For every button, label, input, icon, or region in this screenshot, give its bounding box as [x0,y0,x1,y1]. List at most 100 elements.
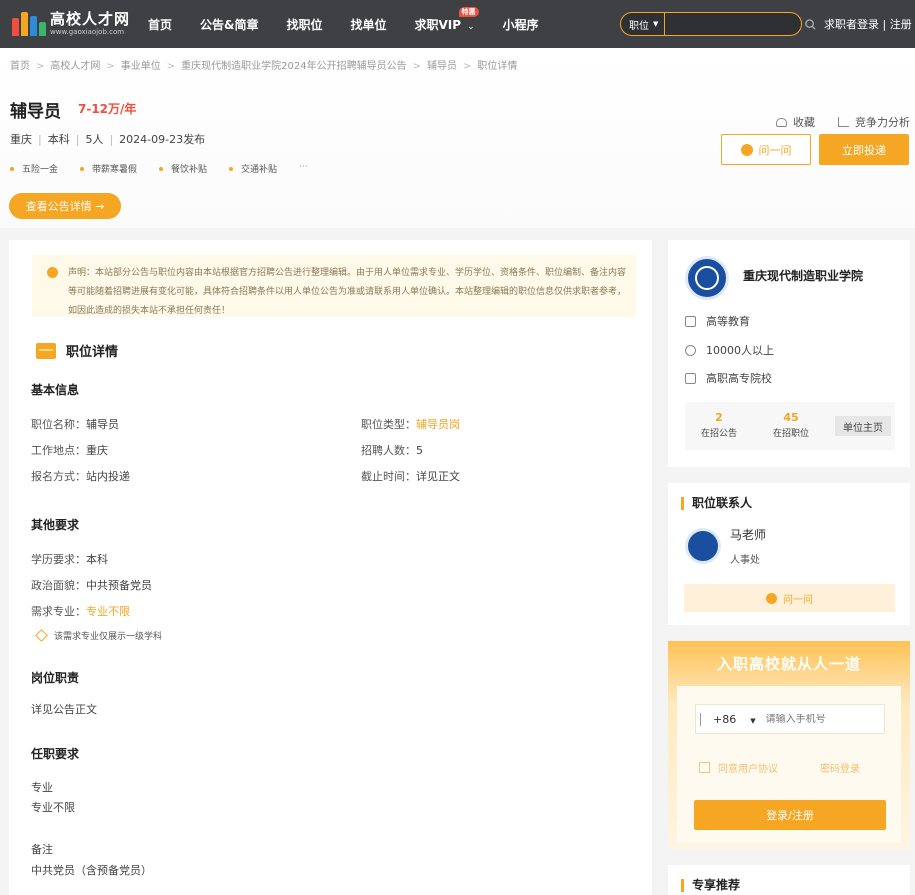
view-notice-button[interactable]: 查看公告详情 → [9,193,121,219]
job-published: 2024-09-23发布 [119,133,206,146]
field-job-name: 职位名称：辅导员 [31,418,119,431]
analysis-label: 竞争力分析 [855,116,910,129]
search-type-label: 职位 [629,20,649,32]
logo-title: 高校人才网 [50,9,131,28]
chart-icon [838,117,849,127]
login-card: 入职高校就从人一道 +86▼ 同意用户协议 密码登录 登录/注册 [668,641,910,849]
breadcrumb-item[interactable]: 事业单位 [121,61,161,72]
competitiveness-button[interactable]: 竞争力分析 [838,114,910,130]
checkbox-icon [699,762,710,773]
job-title: 辅导员 [10,102,61,122]
breadcrumb-item[interactable]: 首页 [10,61,30,72]
chat-icon [766,592,777,604]
ask-button[interactable]: 问一问 [721,134,811,165]
remark-text: 中共党员（含预备党员） [31,864,152,877]
duty-text: 详见公告正文 [31,703,97,716]
job-meta: 重庆 | 本科 | 5人 | 2024-09-23发布 [10,133,206,146]
employer-category: 高职高专院校 [685,370,772,386]
contact-card: 职位联系人 马老师 人事处 问一问 [668,483,910,625]
nav-home[interactable]: 首页 [148,16,172,33]
tags-more[interactable]: ··· [299,162,308,175]
chat-icon [740,143,753,156]
nav-find-employers[interactable]: 找单位 [351,16,387,33]
phone-field: +86 ▼ [695,704,898,734]
employer-name[interactable]: 重庆现代制造职业学院 [743,267,863,284]
breadcrumb-item[interactable]: 重庆现代制造职业学院2024年公开招聘辅导员公告 [181,61,406,72]
site-logo[interactable]: 高校人才网 www.gaoxiaojob.com [12,10,130,36]
chevron-down-icon: ⌄ [467,21,475,32]
remark-label: 备注 [31,843,53,856]
favorite-button[interactable]: 收藏 [776,114,815,130]
field-apply-method: 报名方式：站内投递 [31,470,130,483]
chevron-down-icon: ▼ [750,716,756,725]
major-link[interactable]: 专业不限 [86,605,130,618]
vip-badge: 特惠 [458,6,479,17]
breadcrumb-item[interactable]: 辅导员 [427,61,457,72]
register-link[interactable]: 注册 [890,18,912,31]
field-education: 学历要求：本科 [31,553,108,566]
recommend-card: 专享推荐 [668,865,910,895]
other-req-title: 其他要求 [31,518,80,534]
info-icon [47,267,58,278]
employer-home-button[interactable]: 单位主页 [835,416,891,436]
employer-size: 10000人以上 [685,342,774,358]
employer-stats: 2 在招公告 45 在招职位 单位主页 [685,402,895,450]
favorite-label: 收藏 [793,116,815,129]
login-card-title: 入职高校就从人一道 [716,655,861,673]
nav-miniprogram[interactable]: 小程序 [503,16,539,33]
login-link[interactable]: 求职者登录 [824,18,879,31]
search-type-select[interactable]: 职位 ▼ [621,13,666,35]
ask-label: 问一问 [758,143,792,157]
contact-avatar [685,528,721,564]
contact-name: 马老师 [730,528,767,542]
auth-links: 求职者登录 | 注册 [824,18,912,31]
search-icon [805,18,816,30]
heart-icon [776,117,787,127]
main-nav: 首页 公告&简章 找职位 找单位 求职VIP ⌄ 特惠 小程序 [148,0,567,48]
field-deadline: 截止时间：详见正文 [361,470,460,483]
country-code-select[interactable]: +86 ▼ [700,712,766,726]
field-headcount: 招聘人数：5 [361,444,423,457]
stat-jobs[interactable]: 45 在招职位 [769,410,813,439]
phone-input[interactable] [765,713,898,725]
recommend-title: 专享推荐 [681,879,740,892]
top-navbar: 高校人才网 www.gaoxiaojob.com 首页 公告&简章 找职位 找单… [0,0,915,48]
job-detail-panel: 声明：本站部分公告与职位内容由本站根据官方招聘公告进行整理编辑。由于用人单位需求… [9,240,652,895]
search-input[interactable] [665,13,806,35]
field-location: 工作地点：重庆 [31,444,108,457]
breadcrumb-item[interactable]: 高校人才网 [50,61,100,72]
login-button[interactable]: 登录/注册 [694,800,886,830]
stat-announcements[interactable]: 2 在招公告 [699,410,739,439]
employer-card: 重庆现代制造职业学院 高等教育 10000人以上 高职高专院校 2 在招公告 45… [668,240,910,467]
job-type-link[interactable]: 辅导员岗 [416,418,460,431]
contact-title: 职位联系人 [681,497,752,510]
duty-title: 岗位职责 [31,671,80,687]
nav-find-jobs[interactable]: 找职位 [286,16,322,33]
search-button[interactable] [805,13,816,35]
logo-url: www.gaoxiaojob.com [50,27,125,36]
nav-announcements[interactable]: 公告&简章 [200,16,258,33]
briefcase-icon [36,342,56,359]
apply-button[interactable]: 立即投递 [819,134,909,165]
section-header-detail: 职位详情 [36,341,118,360]
field-political: 政治面貌：中共预备党员 [31,579,152,592]
field-job-type: 职位类型：辅导员岗 [361,418,460,431]
job-headcount: 5人 [85,133,104,146]
section-title: 职位详情 [66,345,119,360]
benefit-tag: 餐饮补贴 [159,162,207,175]
login-form: +86▼ 同意用户协议 密码登录 登录/注册 [677,686,901,843]
job-header: 首页 > 高校人才网 > 事业单位 > 重庆现代制造职业学院2024年公开招聘辅导员公告 > 辅… [0,48,915,228]
password-login-link[interactable]: 密码登录 [820,760,860,775]
benefit-tags: 五险一金 带薪寒暑假 餐饮补贴 交通补贴 ··· [10,162,308,175]
requirement-line: 专业不限 [31,801,75,814]
logo-icon [12,10,46,36]
nav-vip[interactable]: 求职VIP ⌄ 特惠 [415,6,479,33]
agreement-checkbox[interactable]: 同意用户协议 [699,760,778,775]
employer-logo[interactable] [685,256,729,300]
contact-ask-button[interactable]: 问一问 [684,584,895,612]
job-location: 重庆 [10,133,32,146]
major-hint: 该需求专业仅展示一级学科 [35,629,162,642]
requirement-line: 专业 [31,781,53,794]
breadcrumb-item: 职位详情 [477,61,518,72]
diamond-icon [35,629,48,642]
